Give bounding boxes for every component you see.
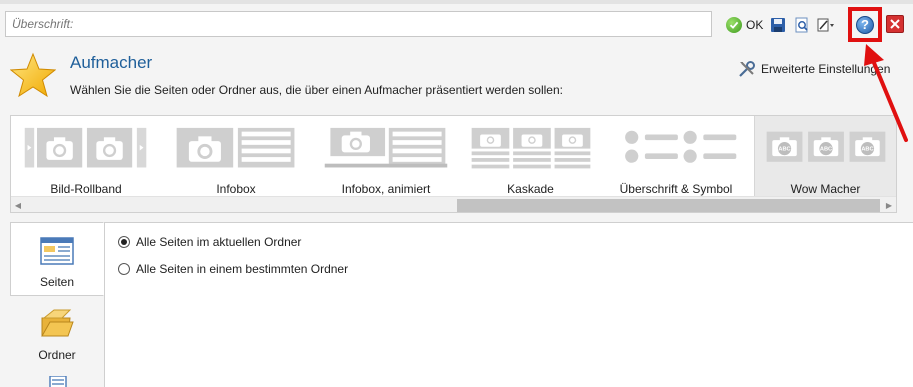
- pages-icon: [40, 237, 74, 265]
- gallery-item-kaskade[interactable]: Kaskade: [463, 116, 598, 196]
- tab-label: Seiten: [39, 275, 75, 289]
- heading-symbol-icon: [625, 130, 737, 163]
- tab-more[interactable]: [10, 374, 104, 387]
- gallery-item-infobox-animiert[interactable]: Infobox, animiert: [311, 116, 461, 196]
- svg-text:ABC: ABC: [819, 147, 831, 153]
- tab-ordner[interactable]: Ordner: [10, 298, 104, 372]
- help-icon[interactable]: ?: [856, 15, 874, 34]
- window-top-border: [0, 0, 913, 4]
- scroll-right-icon[interactable]: ▶: [884, 200, 894, 211]
- gallery-item-bild-rollband[interactable]: Bild-Rollband: [11, 116, 161, 196]
- close-icon[interactable]: [886, 15, 904, 33]
- title-input[interactable]: [5, 11, 712, 37]
- radio-selected-dot: [121, 239, 127, 245]
- gallery-scrollbar[interactable]: ◀ ▶: [11, 196, 896, 212]
- annotation-arrow-icon: [864, 44, 908, 142]
- side-tabs: Seiten Ordner: [10, 222, 104, 387]
- dialog-window: OK ? Aufmacher Wählen Sie die Seiten ode…: [0, 0, 913, 387]
- ok-label: OK: [746, 18, 764, 32]
- infobox-animated-icon: [324, 127, 448, 168]
- option-specific-folder[interactable]: Alle Seiten in einem bestimmten Ordner: [118, 262, 348, 276]
- module-title: Aufmacher: [70, 53, 153, 72]
- gallery-item-label: Kaskade: [507, 182, 554, 196]
- image-band-icon: [24, 127, 147, 168]
- cascade-icon: [471, 127, 590, 169]
- layout-gallery: Bild-Rollband Infobox Infobox, animiert …: [10, 115, 897, 213]
- module-description: Wählen Sie die Seiten oder Ordner aus, d…: [70, 83, 563, 97]
- scrollbar-thumb[interactable]: [457, 199, 880, 212]
- gallery-item-infobox[interactable]: Infobox: [166, 116, 306, 196]
- ok-button[interactable]: OK: [726, 17, 763, 33]
- toolbar: OK: [726, 12, 835, 38]
- option-label: Alle Seiten im aktuellen Ordner: [136, 235, 302, 249]
- radio-button[interactable]: [118, 263, 130, 275]
- gallery-item-label: Infobox: [216, 182, 256, 196]
- preview-icon[interactable]: [793, 16, 811, 34]
- folder-icon: [41, 309, 74, 337]
- document-icon: [49, 376, 67, 387]
- tab-seiten[interactable]: Seiten: [10, 222, 104, 296]
- gallery-item-label: Wow Macher: [790, 182, 861, 196]
- gallery-item-label: Infobox, animiert: [341, 182, 431, 196]
- tools-icon: [739, 61, 755, 77]
- option-current-folder[interactable]: Alle Seiten im aktuellen Ordner: [118, 235, 301, 249]
- gallery-item-ueberschrift-symbol[interactable]: Überschrift & Symbol: [606, 116, 746, 196]
- gallery-item-label: Überschrift & Symbol: [619, 182, 733, 196]
- edit-icon[interactable]: [817, 16, 835, 34]
- help-highlight-box: ?: [848, 7, 882, 42]
- scroll-left-icon[interactable]: ◀: [13, 200, 23, 211]
- save-icon[interactable]: [769, 16, 787, 34]
- radio-button[interactable]: [118, 236, 130, 248]
- gallery-item-label: Bild-Rollband: [50, 182, 122, 196]
- svg-text:ABC: ABC: [778, 147, 790, 153]
- infobox-icon: [176, 127, 295, 168]
- option-label: Alle Seiten in einem bestimmten Ordner: [136, 262, 349, 276]
- ok-icon: [726, 17, 742, 33]
- tab-label: Ordner: [38, 348, 76, 362]
- star-icon: [10, 52, 56, 98]
